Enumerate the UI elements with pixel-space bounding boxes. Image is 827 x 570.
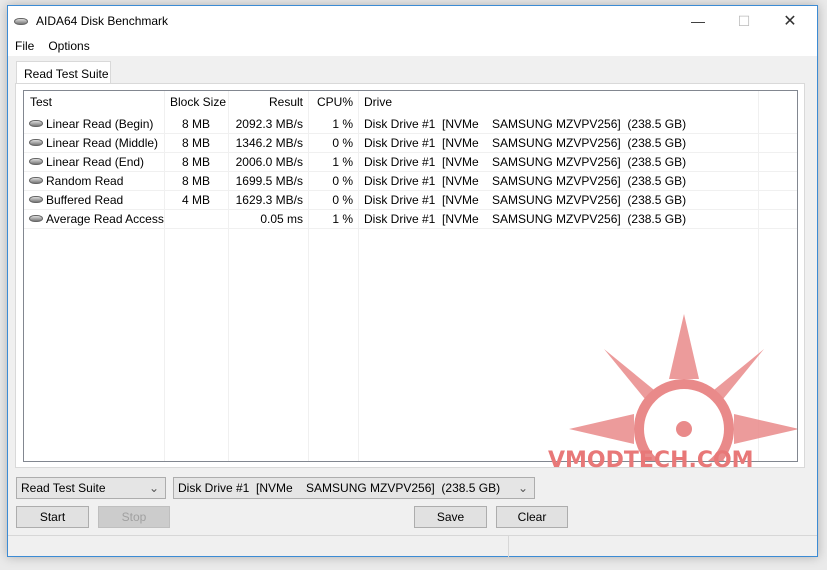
save-button[interactable]: Save [414, 506, 487, 528]
result: 1346.2 MB/s [235, 136, 303, 150]
column-header-drive[interactable]: Drive [364, 93, 392, 112]
tab-panel: Test Block Size Result CPU% Drive Linear… [15, 83, 805, 468]
app-window: AIDA64 Disk Benchmark — ☐ ✕ File Options… [7, 5, 818, 557]
results-list[interactable]: Test Block Size Result CPU% Drive Linear… [23, 90, 798, 462]
result: 2092.3 MB/s [235, 117, 303, 131]
test-name: Buffered Read [46, 193, 124, 207]
cpu-usage: 0 % [332, 193, 353, 207]
tab-read-test-suite[interactable]: Read Test Suite [16, 61, 111, 84]
cpu-usage: 0 % [332, 136, 353, 150]
drive-dropdown[interactable]: Disk Drive #1 [NVMe SAMSUNG MZVPV256] (2… [173, 477, 535, 499]
cpu-usage: 0 % [332, 174, 353, 188]
drive: Disk Drive #1 [NVMe SAMSUNG MZVPV256] (2… [364, 174, 687, 188]
menu-file[interactable]: File [15, 39, 34, 53]
block-size: 8 MB [181, 136, 210, 150]
block-size: 8 MB [181, 174, 210, 188]
test-name: Random Read [46, 174, 124, 188]
block-size: 8 MB [181, 117, 210, 131]
column-header-result[interactable]: Result [228, 93, 303, 112]
test-name: Linear Read (Begin) [46, 117, 154, 131]
disk-icon [29, 139, 43, 146]
disk-icon [29, 158, 43, 165]
watermark-text: VMODTECH.COM [548, 448, 754, 473]
clear-button[interactable]: Clear [496, 506, 568, 528]
disk-icon [29, 215, 43, 222]
result: 0.05 ms [260, 212, 303, 226]
drive: Disk Drive #1 [NVMe SAMSUNG MZVPV256] (2… [364, 136, 687, 150]
test-name: Average Read Access [46, 212, 164, 226]
result: 1699.5 MB/s [235, 174, 303, 188]
test-name: Linear Read (End) [46, 155, 145, 169]
menu-bar: File Options [8, 36, 817, 56]
disk-icon [29, 120, 43, 127]
disk-icon [29, 177, 43, 184]
chevron-down-icon: ⌄ [517, 481, 528, 495]
cpu-usage: 1 % [332, 212, 353, 226]
disk-icon [29, 196, 43, 203]
column-header-block-size[interactable]: Block Size [170, 93, 226, 112]
window-title: AIDA64 Disk Benchmark [36, 14, 169, 28]
drive: Disk Drive #1 [NVMe SAMSUNG MZVPV256] (2… [364, 155, 687, 169]
minimize-button[interactable]: — [675, 6, 721, 36]
menu-options[interactable]: Options [48, 39, 89, 53]
block-size [170, 210, 222, 229]
watermark-logo [569, 314, 797, 461]
start-button[interactable]: Start [16, 506, 89, 528]
disk-icon [14, 17, 28, 25]
result: 2006.0 MB/s [235, 155, 303, 169]
status-bar [8, 535, 817, 557]
stop-button[interactable]: Stop [98, 506, 170, 528]
test-name: Linear Read (Middle) [46, 136, 159, 150]
close-button[interactable]: ✕ [767, 6, 813, 36]
drive-value: Disk Drive #1 [NVMe SAMSUNG MZVPV256] (2… [178, 481, 501, 495]
drive: Disk Drive #1 [NVMe SAMSUNG MZVPV256] (2… [364, 212, 687, 226]
drive: Disk Drive #1 [NVMe SAMSUNG MZVPV256] (2… [364, 193, 687, 207]
chevron-down-icon: ⌄ [148, 481, 159, 495]
drive: Disk Drive #1 [NVMe SAMSUNG MZVPV256] (2… [364, 117, 687, 131]
test-suite-dropdown[interactable]: Read Test Suite ⌄ [16, 477, 166, 499]
cpu-usage: 1 % [332, 155, 353, 169]
block-size: 8 MB [181, 155, 210, 169]
block-size: 4 MB [181, 193, 210, 207]
maximize-button[interactable]: ☐ [721, 6, 767, 36]
cpu-usage: 1 % [332, 117, 353, 131]
column-header-test[interactable]: Test [30, 93, 52, 112]
column-header-cpu[interactable]: CPU% [308, 93, 353, 112]
result: 1629.3 MB/s [235, 193, 303, 207]
test-suite-value: Read Test Suite [21, 481, 106, 495]
title-bar: AIDA64 Disk Benchmark — ☐ ✕ [8, 6, 817, 36]
